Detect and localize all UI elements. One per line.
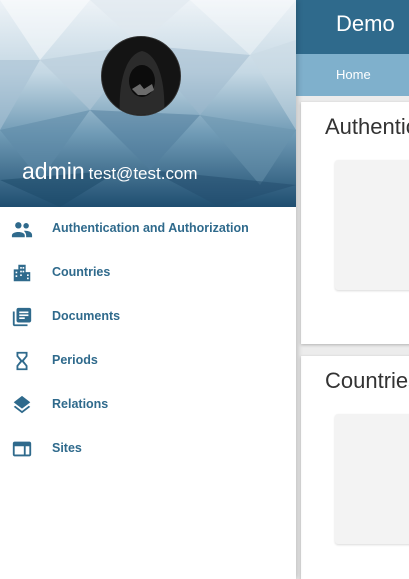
card-content-panel [335, 414, 409, 544]
menu-item-countries[interactable]: Countries [0, 251, 296, 295]
app-card-authentication[interactable]: Authentication and Authorization [301, 102, 409, 344]
user-email: test@test.com [88, 164, 198, 183]
hooded-figure-icon [102, 37, 180, 115]
layers-icon [13, 395, 31, 414]
menu-item-label: Documents [52, 309, 121, 323]
card-title: Countries [325, 368, 409, 393]
menu-item-authentication[interactable]: Authentication and Authorization [0, 207, 296, 251]
navigation-drawer: admin test@test.com Authentication and Au… [0, 0, 296, 579]
app-title: Demo [336, 11, 395, 36]
user-avatar[interactable] [101, 36, 181, 116]
menu-item-relations[interactable]: Relations [0, 383, 296, 427]
hourglass-icon [16, 351, 28, 371]
menu-item-label: Periods [52, 353, 98, 367]
menu-item-periods[interactable]: Periods [0, 339, 296, 383]
menu-item-label: Countries [52, 265, 111, 279]
menu-item-documents[interactable]: Documents [0, 295, 296, 339]
menu-item-label: Relations [52, 397, 109, 411]
drawer-header: admin test@test.com [0, 0, 296, 207]
menu-item-sites[interactable]: Sites [0, 427, 296, 471]
user-info: admin test@test.com [22, 158, 198, 185]
people-icon [11, 222, 33, 238]
card-content-panel [335, 160, 409, 290]
user-name: admin [22, 158, 85, 184]
city-icon [13, 264, 31, 282]
app-card-countries[interactable]: Countries [301, 356, 409, 579]
app-toolbar: Demo [296, 0, 409, 54]
card-title: Authentication and Authorization [325, 114, 409, 139]
breadcrumb-bar: Home [296, 54, 409, 96]
drawer-menu: Authentication and Authorization Countri… [0, 207, 296, 471]
web-window-icon [12, 441, 32, 457]
menu-item-label: Authentication and Authorization [52, 221, 249, 235]
nav-home-link[interactable]: Home [336, 67, 371, 82]
library-books-icon [12, 307, 32, 327]
menu-item-label: Sites [52, 441, 82, 455]
